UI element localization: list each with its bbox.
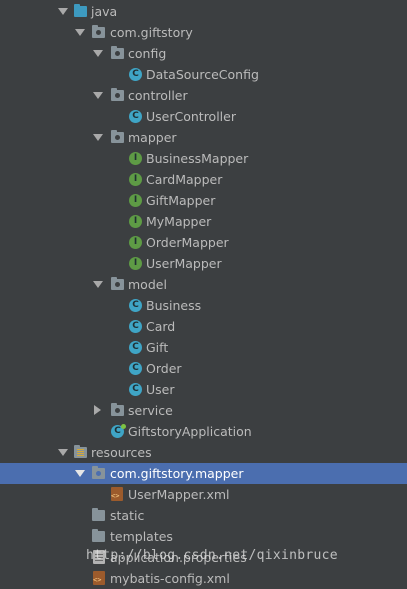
class-icon: C	[129, 383, 142, 396]
tree-node-ordermapper[interactable]: I OrderMapper	[0, 232, 407, 253]
tree-node-usercontroller[interactable]: C UserController	[0, 106, 407, 127]
folder-icon	[92, 508, 105, 521]
tree-node-usermapper[interactable]: I UserMapper	[0, 253, 407, 274]
chevron-down-icon[interactable]	[58, 449, 68, 456]
xml-file-icon	[93, 571, 105, 585]
source-folder-icon	[74, 4, 87, 17]
tree-node-com-giftstory[interactable]: com.giftstory	[0, 22, 407, 43]
tree-node-mybatis-config-xml[interactable]: mybatis-config.xml	[0, 568, 407, 589]
tree-node-gift[interactable]: C Gift	[0, 337, 407, 358]
tree-node-label: Gift	[146, 340, 169, 355]
package-icon	[92, 25, 105, 38]
tree-node-user[interactable]: C User	[0, 379, 407, 400]
tree-node-label: Business	[146, 298, 202, 313]
tree-node-controller[interactable]: controller	[0, 85, 407, 106]
watermark-text: http://blog.csdn.net/qixinbruce	[86, 548, 338, 563]
chevron-down-icon[interactable]	[93, 134, 103, 141]
chevron-down-icon[interactable]	[93, 281, 103, 288]
tree-node-label: config	[128, 46, 167, 61]
tree-node-mapper[interactable]: mapper	[0, 127, 407, 148]
xml-file-icon	[111, 487, 123, 501]
tree-node-label: GiftstoryApplication	[128, 424, 252, 439]
tree-node-label: BusinessMapper	[146, 151, 249, 166]
chevron-down-icon[interactable]	[93, 92, 103, 99]
chevron-down-icon[interactable]	[75, 29, 85, 36]
folder-icon	[92, 529, 105, 542]
tree-node-label: DataSourceConfig	[146, 67, 259, 82]
class-icon: C	[129, 320, 142, 333]
interface-icon: I	[129, 194, 142, 207]
tree-node-label: UserMapper.xml	[128, 487, 230, 502]
class-icon: C	[129, 68, 142, 81]
tree-node-label: mybatis-config.xml	[110, 571, 230, 586]
tree-node-static[interactable]: static	[0, 505, 407, 526]
tree-node-cardmapper[interactable]: I CardMapper	[0, 169, 407, 190]
tree-node-giftmapper[interactable]: I GiftMapper	[0, 190, 407, 211]
tree-node-mymapper[interactable]: I MyMapper	[0, 211, 407, 232]
tree-node-config[interactable]: config	[0, 43, 407, 64]
interface-icon: I	[129, 257, 142, 270]
tree-node-label: UserController	[146, 109, 236, 124]
tree-node-label: UserMapper	[146, 256, 222, 271]
interface-icon: I	[129, 173, 142, 186]
resources-folder-icon	[74, 445, 87, 458]
tree-node-businessmapper[interactable]: I BusinessMapper	[0, 148, 407, 169]
tree-node-label: User	[146, 382, 175, 397]
tree-node-label: com.giftstory.mapper	[110, 466, 244, 481]
spring-boot-class-icon: C	[111, 424, 126, 438]
class-icon: C	[129, 110, 142, 123]
tree-node-templates[interactable]: templates	[0, 526, 407, 547]
tree-node-label: Card	[146, 319, 176, 334]
package-icon	[111, 46, 124, 59]
tree-node-resources[interactable]: resources	[0, 442, 407, 463]
tree-node-label: model	[128, 277, 167, 292]
tree-node-com-giftstory-mapper[interactable]: com.giftstory.mapper	[0, 463, 407, 484]
tree-node-business[interactable]: C Business	[0, 295, 407, 316]
package-icon	[111, 88, 124, 101]
tree-node-card[interactable]: C Card	[0, 316, 407, 337]
tree-node-label: static	[110, 508, 145, 523]
chevron-down-icon[interactable]	[58, 8, 68, 15]
tree-node-order[interactable]: C Order	[0, 358, 407, 379]
tree-node-java[interactable]: java	[0, 1, 407, 22]
interface-icon: I	[129, 236, 142, 249]
chevron-down-icon[interactable]	[75, 470, 85, 477]
package-icon	[111, 403, 124, 416]
interface-icon: I	[129, 215, 142, 228]
package-icon	[111, 277, 124, 290]
class-icon: C	[129, 299, 142, 312]
interface-icon: I	[129, 152, 142, 165]
tree-node-datasourceconfig[interactable]: C DataSourceConfig	[0, 64, 407, 85]
class-icon: C	[129, 362, 142, 375]
tree-node-usermapper-xml[interactable]: UserMapper.xml	[0, 484, 407, 505]
chevron-down-icon[interactable]	[93, 50, 103, 57]
chevron-right-icon[interactable]	[94, 405, 101, 415]
tree-node-model[interactable]: model	[0, 274, 407, 295]
tree-node-label: controller	[128, 88, 188, 103]
tree-node-label: OrderMapper	[146, 235, 229, 250]
tree-node-label: java	[91, 4, 118, 19]
project-tree: java com.giftstory config C DataSourceCo…	[0, 1, 407, 589]
package-icon	[92, 466, 105, 479]
tree-node-label: GiftMapper	[146, 193, 216, 208]
class-icon: C	[129, 341, 142, 354]
tree-node-label: com.giftstory	[110, 25, 193, 40]
tree-node-label: templates	[110, 529, 173, 544]
tree-node-label: mapper	[128, 130, 177, 145]
tree-node-label: resources	[91, 445, 152, 460]
tree-node-service[interactable]: service	[0, 400, 407, 421]
package-icon	[111, 130, 124, 143]
tree-node-giftstoryapplication[interactable]: C GiftstoryApplication	[0, 421, 407, 442]
tree-node-label: MyMapper	[146, 214, 212, 229]
tree-node-label: CardMapper	[146, 172, 223, 187]
tree-node-label: service	[128, 403, 173, 418]
tree-node-label: Order	[146, 361, 182, 376]
